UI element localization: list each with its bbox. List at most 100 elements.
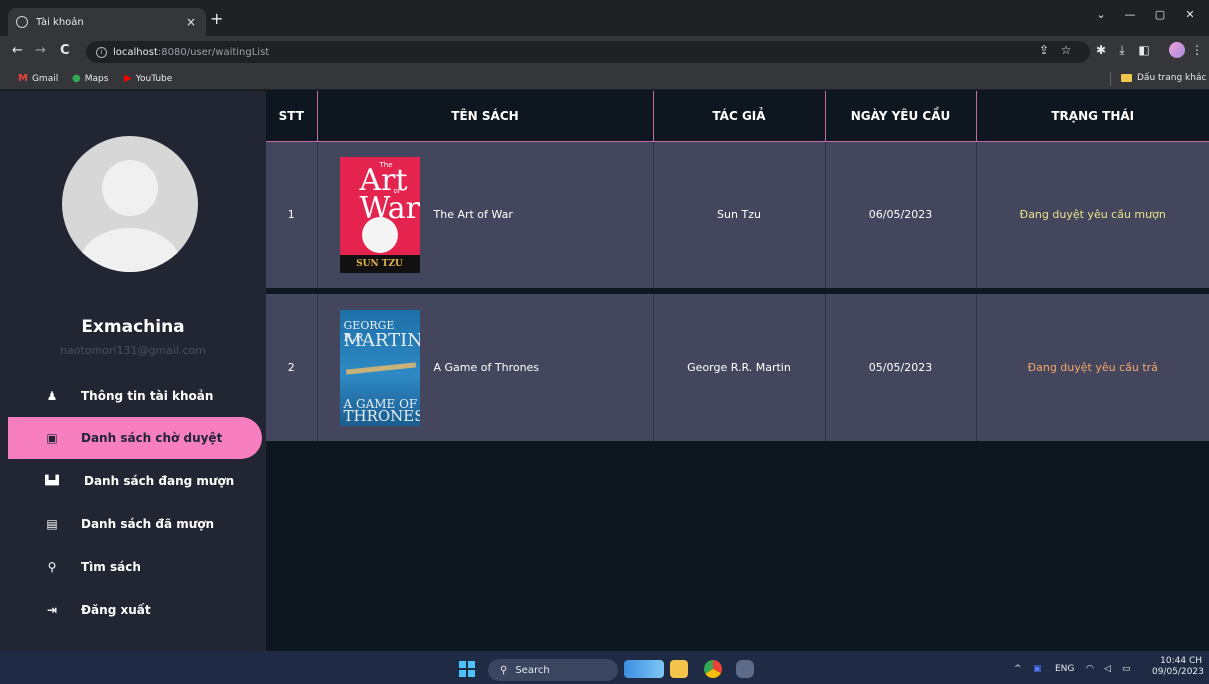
table-header-row: STT TÊN SÁCH TÁC GIẢ NGÀY YÊU CẦU TRẠNG … bbox=[266, 91, 1209, 142]
sidebar-item-label: Đăng xuất bbox=[81, 603, 151, 617]
tab-title: Tài khoản bbox=[36, 16, 84, 28]
sidebar-item-borrowing[interactable]: ▙▟ Danh sách đang mượn bbox=[8, 460, 262, 502]
sidebar: Exmachina naotomori131@gmail.com ♟ Thông… bbox=[0, 91, 266, 651]
maps-pin-icon: ● bbox=[72, 73, 81, 84]
folder-icon bbox=[1121, 74, 1132, 82]
chevron-up-icon[interactable]: ^ bbox=[1014, 664, 1022, 674]
cover-title: Art War bbox=[360, 165, 420, 223]
forward-button[interactable]: → bbox=[35, 44, 46, 58]
profile-avatar[interactable] bbox=[1169, 42, 1185, 58]
wifi-icon[interactable]: ◠ bbox=[1086, 664, 1094, 674]
book-cover-image[interactable]: Art War The of SUN TZU bbox=[339, 156, 420, 273]
status-badge: Đang duyệt yêu cầu mượn bbox=[976, 141, 1209, 288]
sidebar-item-waiting-list[interactable]: ▣ Danh sách chờ duyệt bbox=[8, 417, 262, 459]
language-indicator[interactable]: ENG bbox=[1055, 664, 1074, 674]
maximize-button[interactable]: ▢ bbox=[1152, 8, 1168, 21]
search-icon: ⚲ bbox=[500, 664, 508, 676]
book-bookmark-icon: ▣ bbox=[46, 431, 58, 445]
sidebar-item-label: Tìm sách bbox=[81, 560, 141, 574]
cover-title: A GAME OF THRONES bbox=[344, 398, 420, 424]
sidebar-item-label: Danh sách chờ duyệt bbox=[81, 431, 223, 445]
other-bookmarks[interactable]: Dấu trang khác bbox=[1121, 73, 1206, 83]
sidebar-item-search-books[interactable]: ⚲ Tìm sách bbox=[8, 546, 262, 588]
bookmark-label: Gmail bbox=[31, 73, 59, 84]
sidebar-item-label: Danh sách đã mượn bbox=[81, 517, 215, 531]
book-title: The Art of War bbox=[433, 208, 513, 222]
row-stt: 2 bbox=[266, 294, 318, 441]
back-button[interactable]: ← bbox=[12, 44, 23, 58]
bookmark-maps[interactable]: ● Maps bbox=[72, 73, 108, 84]
bookmark-gmail[interactable]: M Gmail bbox=[18, 73, 58, 84]
file-explorer-icon[interactable] bbox=[670, 660, 688, 678]
waiting-list-panel: STT TÊN SÁCH TÁC GIẢ NGÀY YÊU CẦU TRẠNG … bbox=[266, 91, 1209, 651]
star-icon[interactable]: ☆ bbox=[1058, 43, 1074, 57]
new-tab-button[interactable]: + bbox=[210, 11, 223, 27]
header-title: TÊN SÁCH bbox=[317, 91, 654, 142]
gmail-icon: M bbox=[18, 73, 28, 84]
waiting-list-table: STT TÊN SÁCH TÁC GIẢ NGÀY YÊU CẦU TRẠNG … bbox=[266, 91, 1209, 441]
bookmarks-divider bbox=[1110, 72, 1111, 86]
bookmark-youtube[interactable]: ▶ YouTube bbox=[124, 73, 172, 84]
info-icon[interactable]: i bbox=[96, 46, 107, 58]
sidebar-item-logout[interactable]: ⇥ Đăng xuất bbox=[8, 589, 262, 631]
table-row: 2 GEORGE R.R. MARTIN A GAME OF THRONES A … bbox=[266, 294, 1209, 441]
avatar-body bbox=[80, 228, 180, 272]
extensions-icon[interactable]: ✱ bbox=[1093, 43, 1109, 57]
bookmarks-bar: M Gmail ● Maps ▶ YouTube Dấu trang khác bbox=[0, 68, 1209, 90]
open-book-icon: ▙▟ bbox=[45, 476, 59, 486]
menu-icon[interactable]: ⋮ bbox=[1189, 43, 1205, 57]
book-cover-image[interactable]: GEORGE R.R. MARTIN A GAME OF THRONES bbox=[339, 309, 420, 426]
cover-word: The bbox=[379, 160, 393, 169]
row-book: GEORGE R.R. MARTIN A GAME OF THRONES A Ga… bbox=[317, 294, 654, 441]
browser-tab[interactable]: Tài khoản × bbox=[8, 8, 206, 36]
minimize-button[interactable]: — bbox=[1122, 8, 1138, 21]
cover-moon bbox=[361, 216, 398, 253]
sidebar-item-account-info[interactable]: ♟ Thông tin tài khoản bbox=[8, 375, 262, 417]
app-tray-icon[interactable]: ▣ bbox=[1033, 664, 1042, 674]
taskbar-search[interactable]: ⚲ Search bbox=[488, 659, 618, 681]
row-author: George R.R. Martin bbox=[653, 294, 826, 441]
globe-icon bbox=[16, 16, 28, 28]
cover-sword bbox=[345, 361, 416, 375]
row-author: Sun Tzu bbox=[653, 141, 826, 288]
bookmark-label: Dấu trang khác bbox=[1137, 73, 1207, 83]
row-book: Art War The of SUN TZU The Art of War bbox=[317, 141, 654, 288]
bookmark-label: YouTube bbox=[135, 73, 173, 84]
battery-icon[interactable]: ▭ bbox=[1122, 664, 1131, 674]
download-icon[interactable]: ⤓ bbox=[1114, 43, 1130, 58]
windows-start-icon[interactable] bbox=[459, 661, 475, 677]
widgets-icon[interactable] bbox=[624, 660, 664, 678]
tab-close-icon[interactable]: × bbox=[184, 15, 198, 29]
taskbar-clock[interactable]: 10:44 CH 09/05/2023 bbox=[1152, 656, 1204, 678]
bookmark-label: Maps bbox=[84, 73, 109, 84]
clock-time: 10:44 CH bbox=[1160, 656, 1202, 666]
volume-icon[interactable]: ◁ bbox=[1104, 664, 1111, 674]
youtube-icon: ▶ bbox=[124, 73, 132, 84]
cover-author: SUN TZU bbox=[339, 254, 420, 273]
sidebar-item-borrowed[interactable]: ▤ Danh sách đã mượn bbox=[8, 503, 262, 545]
user-email: naotomori131@gmail.com bbox=[59, 344, 207, 357]
status-badge: Đang duyệt yêu cầu trả bbox=[976, 294, 1209, 441]
avatar bbox=[62, 136, 198, 272]
book-icon: ▤ bbox=[46, 517, 58, 531]
cover-word: MARTIN bbox=[343, 329, 420, 351]
sign-out-icon: ⇥ bbox=[46, 603, 58, 617]
header-stt: STT bbox=[266, 91, 318, 142]
tab-search-icon[interactable]: ⌄ bbox=[1093, 8, 1109, 21]
url-host: localhost bbox=[113, 46, 158, 58]
book-title: A Game of Thrones bbox=[433, 361, 540, 374]
clock-date: 09/05/2023 bbox=[1152, 667, 1204, 677]
reload-button[interactable]: C bbox=[60, 44, 70, 58]
taskbar-search-label: Search bbox=[515, 664, 550, 676]
chrome-icon[interactable] bbox=[704, 660, 722, 678]
side-panel-icon[interactable]: ◧ bbox=[1136, 43, 1152, 57]
address-bar[interactable]: i localhost :8080/user/waitingList bbox=[86, 41, 1090, 63]
share-icon[interactable]: ⇪ bbox=[1036, 43, 1052, 57]
browser-tabstrip: Tài khoản × + ⌄ — ▢ ✕ bbox=[0, 0, 1209, 36]
sidebar-item-label: Danh sách đang mượn bbox=[84, 474, 235, 488]
avatar-head bbox=[102, 160, 158, 216]
security-shield-icon[interactable] bbox=[736, 660, 754, 678]
username: Exmachina bbox=[81, 317, 185, 337]
row-date: 05/05/2023 bbox=[825, 294, 977, 441]
close-window-button[interactable]: ✕ bbox=[1182, 8, 1198, 21]
